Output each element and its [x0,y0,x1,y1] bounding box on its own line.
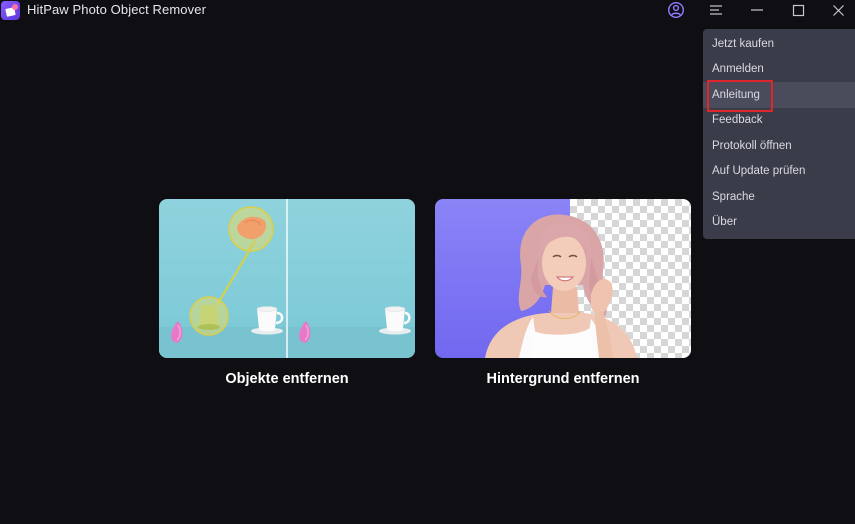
maximize-button[interactable] [786,0,810,20]
user-circle-icon [667,1,685,19]
app-title: HitPaw Photo Object Remover [27,2,206,17]
menu-item-language[interactable]: Sprache [703,184,855,210]
close-icon [832,4,844,16]
main-menu-button[interactable] [704,0,728,20]
title-bar: HitPaw Photo Object Remover [0,0,855,22]
minimize-icon [751,9,763,11]
menu-item-buy-now[interactable]: Jetzt kaufen [703,31,855,57]
remove-objects-label[interactable]: Objekte entfernen [159,371,415,387]
menu-item-sign-in[interactable]: Anmelden [703,57,855,83]
hamburger-menu-icon [710,5,722,15]
menu-item-open-log[interactable]: Protokoll öffnen [703,133,855,159]
object-removal-preview-image [159,199,415,358]
minimize-button[interactable] [745,0,769,20]
menu-item-check-update[interactable]: Auf Update prüfen [703,159,855,185]
menu-item-guide[interactable]: Anleitung [703,82,855,108]
remove-objects-card[interactable] [159,199,415,358]
menu-item-feedback[interactable]: Feedback [703,108,855,134]
hitpaw-logo-icon [1,1,20,20]
account-button[interactable] [664,0,688,20]
menu-item-about[interactable]: Über [703,210,855,236]
remove-background-card[interactable] [435,199,691,358]
main-dropdown-menu: Jetzt kaufen Anmelden Anleitung Feedback… [703,29,855,239]
close-button[interactable] [826,0,850,20]
portrait-preview-image [485,214,637,358]
maximize-icon [792,4,804,16]
remove-background-label[interactable]: Hintergrund entfernen [435,371,691,387]
